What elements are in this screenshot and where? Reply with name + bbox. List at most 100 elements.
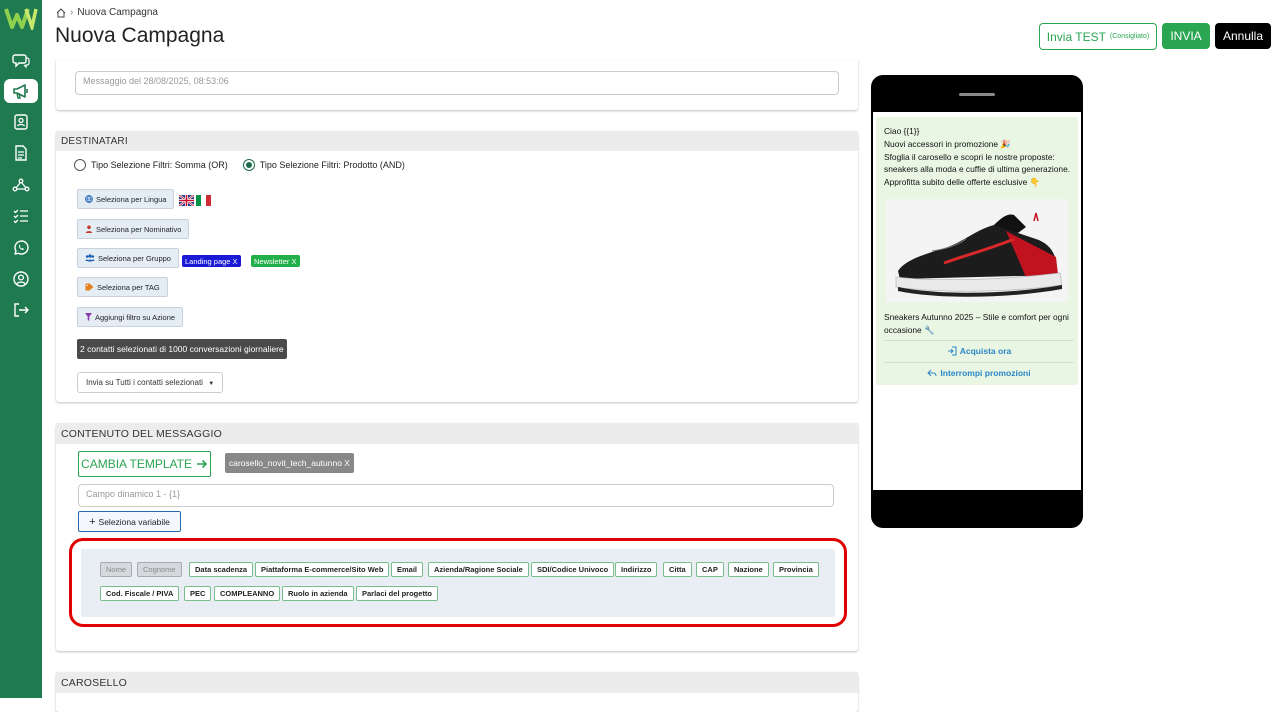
send-target-label: Invia su Tutti i contatti selezionati	[86, 378, 203, 387]
nav-chat[interactable]	[4, 48, 38, 72]
uk-flag-icon[interactable]	[179, 195, 194, 206]
group-tag-newsletter[interactable]: Newsletter X	[251, 255, 300, 267]
card-caption: Sneakers Autunno 2025 – Stile e comfort …	[884, 312, 1069, 335]
page-title: Nuova Campagna	[55, 24, 225, 47]
nav-tasks[interactable]	[4, 204, 38, 228]
variable-chip[interactable]: Parlaci del progetto	[356, 586, 439, 601]
message-line: Sfoglia il carosello e scopri le nostre …	[884, 151, 1071, 175]
variable-chip: Cognome	[137, 562, 182, 577]
variable-chip[interactable]: COMPLEANNO	[214, 586, 281, 601]
phone-preview: Ciao {{1}} Nuovi accessori in promozione…	[871, 75, 1083, 528]
brand-logo[interactable]	[4, 6, 38, 30]
group-tag-landing[interactable]: Landing page X	[182, 255, 241, 267]
sneaker-illustration	[886, 199, 1068, 302]
variable-chip[interactable]: Citta	[663, 562, 692, 577]
stop-promotions-cta[interactable]: Interrompi promozioni	[884, 362, 1074, 382]
send-target-select[interactable]: Invia su Tutti i contatti selezionati ▼	[77, 372, 224, 393]
variables-highlight: Nome Cognome Data scadenza Piattaforma E…	[69, 538, 847, 627]
whatsapp-icon	[14, 240, 29, 255]
buy-now-cta[interactable]: Acquista ora	[884, 340, 1074, 360]
variable-chip[interactable]: CAP	[696, 562, 724, 577]
variable-chip[interactable]: Data scadenza	[189, 562, 254, 577]
plus-icon: +	[89, 515, 96, 528]
select-by-language-label: Seleziona per Lingua	[96, 194, 167, 204]
message-line: Ciao {{1}}	[884, 126, 920, 136]
filter-type-options: Tipo Selezione Filtri: Somma (OR) Tipo S…	[74, 159, 405, 171]
cancel-button[interactable]: Annulla	[1215, 23, 1271, 49]
carousel-card: CAROSELLO	[56, 672, 858, 712]
change-template-button[interactable]: CAMBIA TEMPLATE	[78, 451, 211, 477]
variables-panel: Nome Cognome Data scadenza Piattaforma E…	[81, 549, 835, 617]
contacts-summary: 2 contatti selezionati di 1000 conversaz…	[77, 339, 287, 359]
select-by-name-button[interactable]: Seleziona per Nominativo	[77, 219, 190, 239]
variable-chip: Nome	[100, 562, 133, 577]
breadcrumb-current: Nuova Campagna	[77, 7, 158, 18]
variable-chip[interactable]: Cod. Fiscale / PIVA	[100, 586, 180, 601]
breadcrumb-separator: ›	[70, 7, 74, 18]
nav-documents[interactable]	[4, 141, 38, 165]
variable-chip[interactable]: Nazione	[728, 562, 769, 577]
variable-chip[interactable]: PEC	[184, 586, 212, 601]
select-by-name-label: Seleziona per Nominativo	[96, 224, 182, 234]
message-name-input[interactable]: Messaggio del 28/08/2025, 08:53:06	[75, 71, 839, 95]
add-action-filter-label: Aggiungi filtro su Azione	[95, 312, 176, 322]
send-test-label: Invia TEST	[1046, 29, 1106, 44]
home-icon[interactable]	[56, 7, 66, 18]
variable-chip[interactable]: Ruolo in azienda	[282, 586, 354, 601]
select-by-tag-label: Seleziona per TAG	[97, 282, 160, 292]
variable-chip[interactable]: Azienda/Ragione Sociale	[428, 562, 529, 577]
message-content-title: CONTENUTO DEL MESSAGGIO	[56, 423, 858, 444]
select-variable-label: Seleziona variabile	[98, 516, 170, 527]
italy-flag-icon[interactable]	[196, 195, 211, 206]
nav-campaigns[interactable]	[4, 79, 38, 103]
checklist-icon	[13, 209, 28, 224]
megaphone-icon	[13, 84, 28, 99]
reply-icon	[927, 369, 937, 376]
variable-chip[interactable]: Email	[391, 562, 424, 577]
sneaker-image	[886, 199, 1068, 302]
buy-now-label: Acquista ora	[959, 345, 1012, 356]
phone-speaker	[959, 93, 995, 96]
radio-or[interactable]	[74, 159, 86, 171]
variable-chip[interactable]: SDI/Codice Univoco	[531, 562, 615, 577]
globe-icon	[85, 195, 93, 203]
tag-icon	[85, 283, 94, 291]
person-icon	[85, 225, 93, 233]
nav-profile[interactable]	[4, 267, 38, 291]
select-variable-button[interactable]: + Seleziona variabile	[78, 511, 181, 532]
select-by-tag-button[interactable]: Seleziona per TAG	[77, 277, 168, 297]
document-icon	[15, 145, 27, 161]
radio-and[interactable]	[242, 159, 255, 171]
breadcrumb: › Nuova Campagna	[56, 7, 158, 18]
radio-and-label: Tipo Selezione Filtri: Prodotto (AND)	[259, 160, 405, 170]
variable-chip[interactable]: Piattaforma E-commerce/Sito Web	[255, 562, 390, 577]
select-by-language-button[interactable]: Seleziona per Lingua	[77, 189, 175, 209]
funnel-icon	[85, 313, 92, 321]
message-line: Approfitta subito delle offerte esclusiv…	[884, 177, 1040, 188]
user-icon	[13, 271, 29, 287]
recipients-card: DESTINATARI Tipo Selezione Filtri: Somma…	[56, 131, 858, 402]
dynamic-field-input[interactable]: Campo dinamico 1 - {1}	[78, 484, 834, 507]
sidebar	[0, 0, 42, 698]
nav-whatsapp[interactable]	[4, 236, 38, 260]
nav-logout[interactable]	[4, 298, 38, 322]
select-by-group-button[interactable]: Seleziona per Gruppo	[77, 248, 179, 268]
add-action-filter-button[interactable]: Aggiungi filtro su Azione	[77, 307, 184, 327]
message-line: Nuovi accessori in promozione 🎉	[884, 138, 1011, 149]
variable-chip[interactable]: Indirizzo	[615, 562, 658, 577]
send-test-button[interactable]: Invia TEST (Consigliato)	[1039, 23, 1157, 50]
logout-icon	[14, 303, 29, 317]
message-bubble: Ciao {{1}} Nuovi accessori in promozione…	[876, 117, 1078, 385]
variable-chip[interactable]: Provincia	[773, 562, 819, 577]
stop-promotions-label: Interrompi promozioni	[940, 367, 1031, 378]
change-template-label: CAMBIA TEMPLATE	[81, 457, 192, 471]
contacts-icon	[14, 114, 28, 130]
template-tag[interactable]: carosello_novit_tech_autunno X	[225, 453, 354, 473]
send-button[interactable]: INVIA	[1162, 23, 1210, 49]
nav-flows[interactable]	[4, 173, 38, 197]
select-by-group-label: Seleziona per Gruppo	[98, 253, 171, 263]
send-test-hint: (Consigliato)	[1109, 33, 1150, 40]
carousel-title: CAROSELLO	[56, 672, 858, 693]
radio-or-label: Tipo Selezione Filtri: Somma (OR)	[91, 160, 228, 170]
nav-contacts[interactable]	[4, 110, 38, 134]
